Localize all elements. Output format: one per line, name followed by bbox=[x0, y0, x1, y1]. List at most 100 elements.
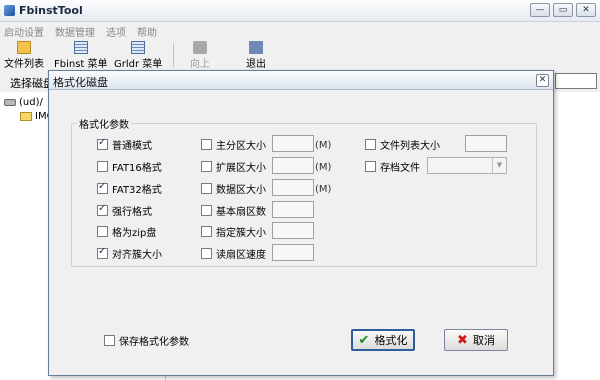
menu-bar: 启动设置 数据管理 选项 帮助 bbox=[0, 22, 600, 40]
format-disk-dialog: 格式化磁盘 ✕ 格式化参数 普通模式 FAT16格式 FAT32格式 强行格式 … bbox=[48, 70, 554, 376]
extended-area-size-checkbox[interactable]: 扩展区大小 bbox=[201, 159, 266, 174]
read-sector-speed-checkbox[interactable]: 读扇区速度 bbox=[201, 246, 266, 261]
checkbox-box bbox=[365, 161, 376, 172]
toolbar-separator bbox=[173, 43, 174, 67]
checkbox-label: FAT16格式 bbox=[112, 163, 162, 174]
cancel-button-label: 取消 bbox=[472, 334, 495, 347]
checkbox-box bbox=[97, 246, 108, 259]
checkbox-label: FAT32格式 bbox=[112, 185, 162, 196]
cluster-size-checkbox[interactable]: 指定簇大小 bbox=[201, 224, 266, 239]
checkbox-box bbox=[365, 139, 376, 150]
unit-label: (M) bbox=[315, 162, 332, 173]
checkbox-label: 强行格式 bbox=[112, 207, 152, 218]
tree-root-label: (ud)/ bbox=[19, 97, 43, 108]
chevron-down-icon: ▼ bbox=[492, 158, 506, 173]
tree-root-node[interactable]: (ud)/ bbox=[4, 97, 43, 108]
window-controls: — ▭ ✕ bbox=[530, 3, 596, 17]
window-title: FbinstTool bbox=[19, 4, 83, 17]
checkbox-box bbox=[201, 139, 212, 150]
x-icon: ✖ bbox=[457, 332, 468, 348]
cluster-size-input[interactable] bbox=[272, 222, 314, 239]
format-button-label: 格式化 bbox=[374, 334, 408, 347]
cancel-button[interactable]: ✖ 取消 bbox=[444, 329, 508, 351]
unit-label: (M) bbox=[315, 184, 332, 195]
checkbox-label: 主分区大小 bbox=[216, 141, 266, 152]
fat32-checkbox[interactable]: FAT32格式 bbox=[97, 181, 162, 196]
menu-options[interactable]: 选项 bbox=[106, 24, 126, 39]
checkbox-label: 普通模式 bbox=[112, 141, 152, 152]
unit-label: (M) bbox=[315, 140, 332, 151]
dialog-close-button[interactable]: ✕ bbox=[536, 74, 549, 87]
read-sector-speed-input[interactable] bbox=[272, 244, 314, 261]
toolbar: 文件列表 Fbinst 菜单 Grldr 菜单 向上 退出 bbox=[0, 40, 600, 70]
zip-disk-checkbox[interactable]: 格为zip盘 bbox=[97, 224, 156, 239]
checkbox-box bbox=[201, 161, 212, 172]
exit-button[interactable]: 退出 bbox=[246, 41, 266, 70]
disk-icon bbox=[4, 99, 16, 106]
up-button[interactable]: 向上 bbox=[190, 41, 210, 70]
data-area-size-input[interactable] bbox=[272, 179, 314, 196]
archive-file-checkbox[interactable]: 存档文件 bbox=[365, 159, 420, 174]
checkbox-label: 格为zip盘 bbox=[112, 228, 157, 239]
checkbox-box bbox=[97, 181, 108, 194]
base-sectors-checkbox[interactable]: 基本扇区数 bbox=[201, 203, 266, 218]
checkbox-label: 保存格式化参数 bbox=[119, 337, 189, 348]
archive-file-select[interactable]: ▼ bbox=[427, 157, 507, 174]
checkbox-box bbox=[201, 248, 212, 259]
up-arrow-icon bbox=[193, 41, 207, 54]
dialog-title-bar: 格式化磁盘 ✕ bbox=[49, 71, 553, 90]
checkbox-label: 文件列表大小 bbox=[380, 141, 440, 152]
grldr-menu-button[interactable]: Grldr 菜单 bbox=[114, 41, 162, 70]
checkbox-box bbox=[97, 137, 108, 150]
folder-icon bbox=[20, 112, 32, 121]
data-area-size-checkbox[interactable]: 数据区大小 bbox=[201, 181, 266, 196]
align-cluster-checkbox[interactable]: 对齐簇大小 bbox=[97, 246, 162, 261]
disk-select-combo[interactable] bbox=[555, 73, 597, 89]
document-icon bbox=[73, 41, 88, 54]
app-icon bbox=[4, 5, 15, 16]
restore-button[interactable]: ▭ bbox=[553, 3, 573, 17]
primary-partition-size-input[interactable] bbox=[272, 135, 314, 152]
checkbox-box bbox=[201, 183, 212, 194]
file-list-size-input[interactable] bbox=[465, 135, 507, 152]
format-button[interactable]: ✔ 格式化 bbox=[351, 329, 415, 351]
checkbox-box bbox=[97, 226, 108, 237]
close-window-button[interactable]: ✕ bbox=[576, 3, 596, 17]
dialog-title: 格式化磁盘 bbox=[53, 76, 108, 89]
checkbox-label: 对齐簇大小 bbox=[112, 250, 162, 261]
checkbox-label: 指定簇大小 bbox=[216, 228, 266, 239]
menu-boot-settings[interactable]: 启动设置 bbox=[4, 24, 44, 39]
save-format-params-checkbox[interactable]: 保存格式化参数 bbox=[104, 333, 189, 348]
checkbox-box bbox=[201, 205, 212, 216]
fbinst-menu-button[interactable]: Fbinst 菜单 bbox=[54, 41, 108, 70]
minimize-button[interactable]: — bbox=[530, 3, 550, 17]
extended-area-size-input[interactable] bbox=[272, 157, 314, 174]
file-list-button[interactable]: 文件列表 bbox=[4, 41, 44, 70]
base-sectors-input[interactable] bbox=[272, 201, 314, 218]
checkbox-label: 扩展区大小 bbox=[216, 163, 266, 174]
checkmark-icon: ✔ bbox=[358, 332, 370, 348]
checkbox-box bbox=[97, 161, 108, 172]
up-label: 向上 bbox=[190, 59, 210, 70]
grldr-menu-label: Grldr 菜单 bbox=[114, 59, 163, 70]
exit-icon bbox=[249, 41, 263, 54]
fat16-checkbox[interactable]: FAT16格式 bbox=[97, 159, 162, 174]
force-format-checkbox[interactable]: 强行格式 bbox=[97, 203, 152, 218]
format-params-label: 格式化参数 bbox=[77, 116, 131, 131]
checkbox-label: 存档文件 bbox=[380, 163, 420, 174]
checkbox-box bbox=[97, 203, 108, 216]
checkbox-label: 基本扇区数 bbox=[216, 207, 266, 218]
document-icon bbox=[131, 41, 146, 54]
file-list-label: 文件列表 bbox=[4, 59, 44, 70]
checkbox-label: 读扇区速度 bbox=[216, 250, 266, 261]
file-list-size-checkbox[interactable]: 文件列表大小 bbox=[365, 137, 440, 152]
checkbox-box bbox=[104, 335, 115, 346]
exit-label: 退出 bbox=[246, 59, 266, 70]
menu-help[interactable]: 帮助 bbox=[137, 24, 157, 39]
folder-icon bbox=[17, 41, 31, 54]
checkbox-label: 数据区大小 bbox=[216, 185, 266, 196]
primary-partition-size-checkbox[interactable]: 主分区大小 bbox=[201, 137, 266, 152]
menu-data-management[interactable]: 数据管理 bbox=[55, 24, 95, 39]
normal-mode-checkbox[interactable]: 普通模式 bbox=[97, 137, 152, 152]
checkbox-box bbox=[201, 226, 212, 237]
